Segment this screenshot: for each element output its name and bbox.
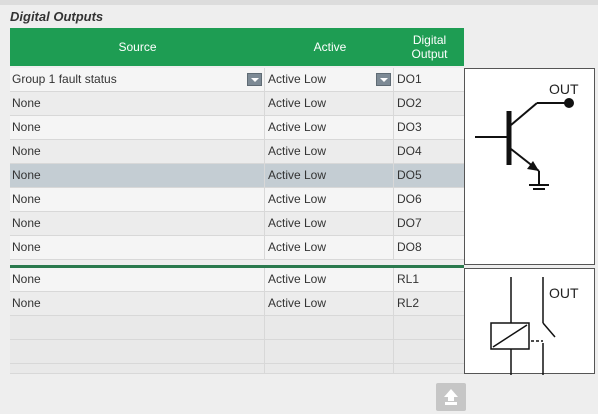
- active-cell[interactable]: Active Low: [266, 292, 394, 315]
- chevron-down-icon[interactable]: [247, 73, 262, 86]
- active-cell[interactable]: Active Low: [266, 236, 394, 259]
- source-cell[interactable]: None: [10, 212, 265, 235]
- active-cell[interactable]: Active Low: [266, 212, 394, 235]
- header-digital-output[interactable]: Digital Output: [395, 28, 464, 66]
- empty-cell: [10, 364, 265, 373]
- output-cell: DO5: [397, 168, 422, 182]
- outputs-table-body: Group 1 fault status Active Low DO1 None…: [10, 68, 464, 374]
- table-row[interactable]: None Active Low DO8: [10, 236, 464, 260]
- table-row[interactable]: None Active Low DO6: [10, 188, 464, 212]
- relay-group-divider: [10, 265, 464, 268]
- upload-button[interactable]: [436, 383, 466, 411]
- table-header: Source Active Digital Output: [10, 28, 464, 66]
- table-row-selected[interactable]: None Active Low DO5: [10, 164, 464, 188]
- source-cell[interactable]: None: [10, 92, 265, 115]
- transistor-icon: [475, 98, 574, 190]
- source-cell[interactable]: None: [10, 236, 265, 259]
- active-cell[interactable]: Active Low: [266, 116, 394, 139]
- upload-icon: [444, 389, 458, 405]
- header-output-line1: Digital: [412, 33, 447, 47]
- transistor-output-diagram: OUT: [464, 68, 595, 265]
- active-cell[interactable]: Active Low: [266, 164, 394, 187]
- table-row[interactable]: None Active Low DO3: [10, 116, 464, 140]
- source-cell[interactable]: None: [10, 116, 265, 139]
- source-cell[interactable]: None: [10, 140, 265, 163]
- source-cell[interactable]: None: [10, 292, 265, 315]
- relay-out-label: OUT: [549, 285, 579, 301]
- top-bar: [0, 0, 598, 5]
- empty-cell: [266, 316, 394, 339]
- empty-row: [10, 340, 464, 364]
- output-cell: DO3: [397, 120, 422, 134]
- active-cell[interactable]: Active Low: [266, 140, 394, 163]
- output-cell: RL2: [397, 296, 420, 310]
- output-cell: DO2: [397, 96, 422, 110]
- relay-output-diagram: OUT: [464, 268, 595, 375]
- empty-cell: [10, 340, 265, 363]
- section-title: Digital Outputs: [10, 9, 104, 24]
- source-cell[interactable]: None: [10, 188, 265, 211]
- output-cell: RL1: [397, 272, 420, 286]
- output-cell: DO6: [397, 192, 422, 206]
- header-source[interactable]: Source: [10, 28, 265, 66]
- active-cell[interactable]: Active Low: [266, 92, 394, 115]
- table-row[interactable]: None Active Low DO2: [10, 92, 464, 116]
- empty-cell: [266, 364, 394, 373]
- empty-cell: [10, 316, 265, 339]
- active-cell[interactable]: Active Low: [266, 68, 394, 91]
- output-cell: DO1: [397, 72, 422, 86]
- active-cell[interactable]: Active Low: [266, 268, 394, 291]
- output-cell: DO8: [397, 240, 422, 254]
- header-output-line2: Output: [411, 47, 448, 61]
- output-cell: DO4: [397, 144, 422, 158]
- table-row[interactable]: Group 1 fault status Active Low DO1: [10, 68, 464, 92]
- chevron-down-icon[interactable]: [376, 73, 391, 86]
- output-cell: DO7: [397, 216, 422, 230]
- empty-row: [10, 364, 464, 374]
- empty-row: [10, 316, 464, 340]
- header-active[interactable]: Active: [266, 28, 394, 66]
- table-row[interactable]: None Active Low RL2: [10, 292, 464, 316]
- source-cell[interactable]: Group 1 fault status: [10, 68, 265, 91]
- active-cell[interactable]: Active Low: [266, 188, 394, 211]
- empty-cell: [266, 340, 394, 363]
- source-cell[interactable]: None: [10, 268, 265, 291]
- source-cell[interactable]: None: [10, 164, 265, 187]
- table-row[interactable]: None Active Low RL1: [10, 268, 464, 292]
- table-row[interactable]: None Active Low DO4: [10, 140, 464, 164]
- table-row[interactable]: None Active Low DO7: [10, 212, 464, 236]
- transistor-out-label: OUT: [549, 81, 579, 97]
